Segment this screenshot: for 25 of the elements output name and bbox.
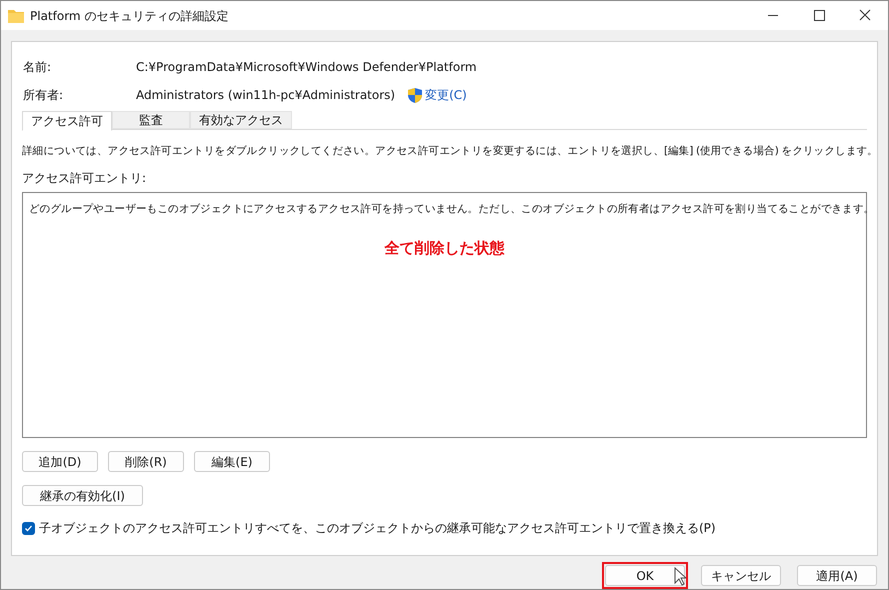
entry-button[interactable]: 削除(R) [108,451,184,472]
field-label: 名前: [23,59,52,76]
field-value: Administrators (win11h-pc¥Administrators) [136,87,396,104]
checkmark-icon [24,524,33,532]
empty-list-message: どのグループやユーザーもこのオブジェクトにアクセスするアクセス許可を持っていません。ただし、このオブジェクトの所有者はアクセス許可を割り当てることができます。 [29,202,874,217]
field-label: 所有者: [23,87,64,104]
tab[interactable]: アクセス許可 [22,111,112,131]
shield-icon [408,88,422,102]
annotation-text: 全て削除した状態 [384,238,504,259]
dialog-button[interactable]: 適用(A) [797,565,877,586]
entry-button[interactable]: 追加(D) [22,451,98,472]
description-text: 詳細については、アクセス許可エントリをダブルクリックしてください。アクセス許可エントリを変更するには、エントリを選択し、[編集] (使用できる場合) をクリックします。 [22,144,878,159]
dialog-button[interactable]: キャンセル [701,565,781,586]
enable-inheritance-button[interactable]: 継承の有効化(I) [22,485,143,506]
checkbox[interactable] [22,522,35,534]
change-owner-link[interactable]: 変更(C) [425,86,467,104]
folder-icon [8,8,24,22]
tab[interactable]: 有効なアクセス [190,111,292,129]
tab[interactable]: 監査 [112,111,190,129]
mouse-cursor-icon [674,567,686,586]
checkbox-label: 子オブジェクトのアクセス許可エントリすべてを、このオブジェクトからの継承可能なアクセス許可エントリで置き換える(P) [39,520,716,537]
entry-button[interactable]: 編集(E) [194,451,270,472]
window-title: Platform のセキュリティの詳細設定 [30,8,228,24]
field-value: C:¥ProgramData¥Microsoft¥Windows Defender¥Platform [136,59,477,76]
entries-label: アクセス許可エントリ: [22,170,148,187]
